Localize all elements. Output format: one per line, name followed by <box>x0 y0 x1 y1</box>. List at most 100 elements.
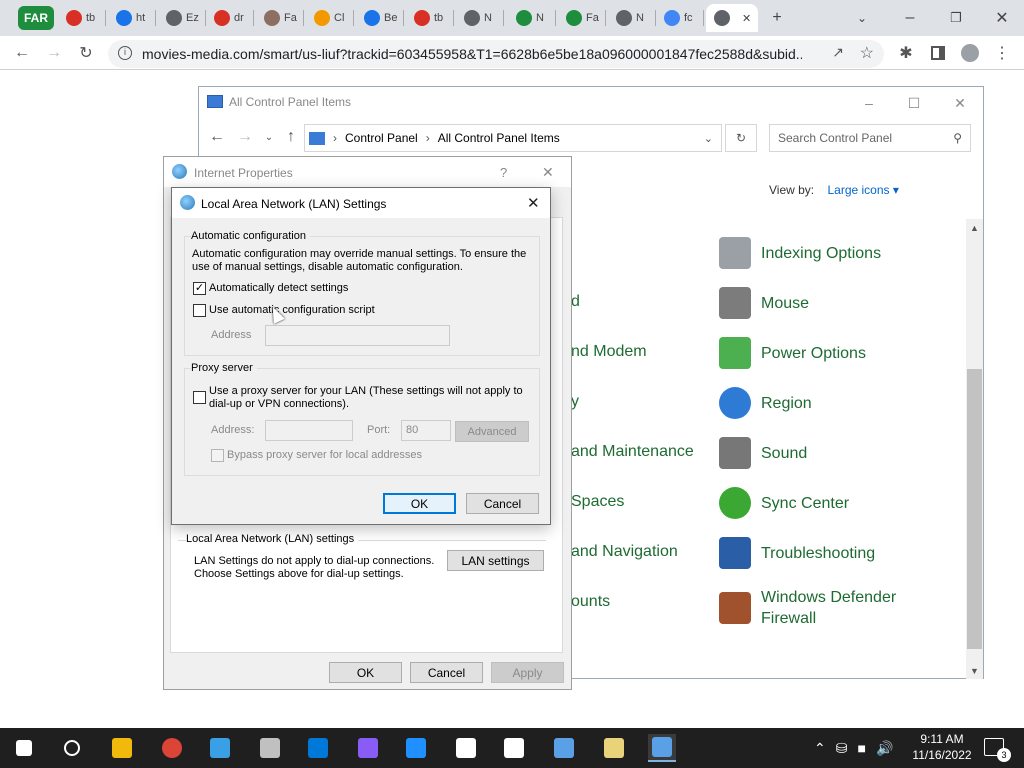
address-bar[interactable]: i movies-media.com/smart/us-liuf?trackid… <box>108 40 884 68</box>
control-panel-item[interactable]: Troubleshooting <box>719 537 875 569</box>
browser-tab[interactable]: fc <box>656 4 704 32</box>
control-panel-item-partial[interactable]: y <box>571 393 579 411</box>
restore-button[interactable]: ❐ <box>944 6 968 30</box>
ok-button[interactable]: OK <box>383 493 456 514</box>
browser-tab[interactable]: N <box>456 4 504 32</box>
search-input[interactable]: Search Control Panel ⚲ <box>769 124 971 152</box>
clock[interactable]: 9:11 AM 11/16/2022 <box>904 731 980 763</box>
7zip-icon[interactable] <box>500 734 528 762</box>
scroll-up-icon[interactable]: ▲ <box>966 219 983 236</box>
breadcrumb-control-panel[interactable]: Control Panel <box>345 131 418 145</box>
auto-detect-checkbox[interactable]: ✓ <box>193 282 206 295</box>
bypass-label[interactable]: Bypass proxy server for local addresses <box>227 449 422 461</box>
tab-group-label[interactable]: FAR <box>18 6 54 30</box>
lan-settings-button[interactable]: LAN settings <box>447 550 544 571</box>
control-panel-titlebar[interactable]: All Control Panel Items – ☐ ✕ <box>199 87 983 118</box>
cancel-button[interactable]: Cancel <box>410 662 483 683</box>
start-icon[interactable] <box>10 734 38 762</box>
control-panel-item[interactable]: Power Options <box>719 337 866 369</box>
lan-settings-titlebar[interactable]: Local Area Network (LAN) Settings ✕ <box>172 188 550 218</box>
volume-icon[interactable]: 🔊 <box>876 740 893 757</box>
control-panel-item-partial[interactable]: ounts <box>571 593 610 611</box>
security-icon[interactable]: ⛁ <box>836 740 848 757</box>
network-settings-icon[interactable] <box>648 734 676 762</box>
browser-tab[interactable]: Ez <box>158 4 206 32</box>
control-panel-item[interactable]: Sync Center <box>719 487 849 519</box>
browser-tab[interactable]: Cl <box>306 4 354 32</box>
control-panel-item-partial[interactable]: Spaces <box>571 493 624 511</box>
minimize-button[interactable]: – <box>898 6 922 30</box>
use-proxy-label[interactable]: Use a proxy server for your LAN (These s… <box>209 385 529 411</box>
advanced-button[interactable]: Advanced <box>455 421 529 442</box>
internet-properties-titlebar[interactable]: Internet Properties ? ✕ <box>164 157 571 187</box>
bypass-checkbox[interactable] <box>211 449 224 462</box>
ok-button[interactable]: OK <box>329 662 402 683</box>
settings-app-icon[interactable] <box>452 734 480 762</box>
browser-tab[interactable]: ✕ <box>706 4 758 32</box>
reload-icon[interactable]: ↻ <box>74 41 98 65</box>
site-info-icon[interactable]: i <box>118 46 132 60</box>
wifi-app-icon[interactable] <box>402 734 430 762</box>
control-panel-item-partial[interactable]: and Navigation <box>571 543 678 561</box>
search-icon[interactable] <box>58 734 86 762</box>
browser-tab[interactable]: tb <box>58 4 106 32</box>
paint-icon[interactable] <box>256 734 284 762</box>
bookmark-star-icon[interactable]: ☆ <box>860 43 874 63</box>
scrollbar-thumb[interactable] <box>967 369 982 649</box>
control-panel-item[interactable]: Windows Defender Firewall <box>719 587 896 629</box>
back-icon[interactable]: ← <box>10 41 34 65</box>
browser-tab[interactable]: dr <box>206 4 254 32</box>
drop-icon[interactable] <box>354 734 382 762</box>
store-icon[interactable] <box>304 734 332 762</box>
breadcrumb-all-items[interactable]: All Control Panel Items <box>438 131 560 145</box>
close-icon[interactable]: ✕ <box>527 194 540 212</box>
port-input[interactable]: 80 <box>401 420 451 441</box>
proxy-address-input[interactable] <box>265 420 353 441</box>
control-panel-item-partial[interactable]: nd Modem <box>571 343 647 361</box>
recent-locations-icon[interactable]: ⌄ <box>257 125 281 149</box>
pen-app-icon[interactable] <box>600 734 628 762</box>
menu-icon[interactable]: ⋮ <box>990 41 1014 65</box>
control-panel-item[interactable]: Sound <box>719 437 807 469</box>
remote-desktop-icon[interactable] <box>550 734 578 762</box>
close-icon[interactable]: ✕ <box>542 164 554 181</box>
chevron-down-icon[interactable]: ⌄ <box>704 132 713 145</box>
tab-search-icon[interactable]: ⌄ <box>850 6 874 30</box>
breadcrumb[interactable]: › Control Panel › All Control Panel Item… <box>304 124 722 152</box>
close-button[interactable]: ✕ <box>990 6 1014 30</box>
browser-tab[interactable]: N <box>608 4 656 32</box>
refresh-icon[interactable]: ↻ <box>725 124 757 152</box>
vertical-scrollbar[interactable]: ▲ ▼ <box>966 219 983 679</box>
side-panel-icon[interactable] <box>926 41 950 65</box>
script-address-input[interactable] <box>265 325 450 346</box>
file-explorer-icon[interactable] <box>108 734 136 762</box>
network-icon[interactable]: ■ <box>857 740 865 756</box>
control-panel-item[interactable]: Region <box>719 387 812 419</box>
chrome-icon[interactable] <box>158 734 186 762</box>
browser-tab[interactable]: Fa <box>256 4 304 32</box>
auto-detect-label[interactable]: Automatically detect settings <box>209 282 348 294</box>
browser-tab[interactable]: tb <box>406 4 454 32</box>
new-tab-button[interactable]: + <box>765 6 789 30</box>
close-button[interactable]: ✕ <box>946 91 974 115</box>
browser-tab[interactable]: ht <box>108 4 156 32</box>
photos-icon[interactable] <box>206 734 234 762</box>
use-script-label[interactable]: Use automatic configuration script <box>209 304 375 316</box>
control-panel-item[interactable]: Indexing Options <box>719 237 881 269</box>
back-icon[interactable]: ← <box>205 125 229 149</box>
forward-icon[interactable]: → <box>233 125 257 149</box>
control-panel-item-partial[interactable]: and Maintenance <box>571 443 694 461</box>
browser-tab[interactable]: Be <box>356 4 404 32</box>
close-tab-icon[interactable]: ✕ <box>742 12 751 25</box>
url-text[interactable]: movies-media.com/smart/us-liuf?trackid=6… <box>142 46 802 62</box>
forward-icon[interactable]: → <box>42 41 66 65</box>
view-by-dropdown[interactable]: Large icons ▾ <box>827 183 898 197</box>
up-icon[interactable]: ↑ <box>279 125 303 149</box>
scroll-down-icon[interactable]: ▼ <box>966 662 983 679</box>
share-icon[interactable]: ↗ <box>832 44 844 61</box>
use-proxy-checkbox[interactable] <box>193 391 206 404</box>
browser-tab[interactable]: N <box>508 4 556 32</box>
cancel-button[interactable]: Cancel <box>466 493 539 514</box>
browser-tab[interactable]: Fa <box>558 4 606 32</box>
apply-button[interactable]: Apply <box>491 662 564 683</box>
